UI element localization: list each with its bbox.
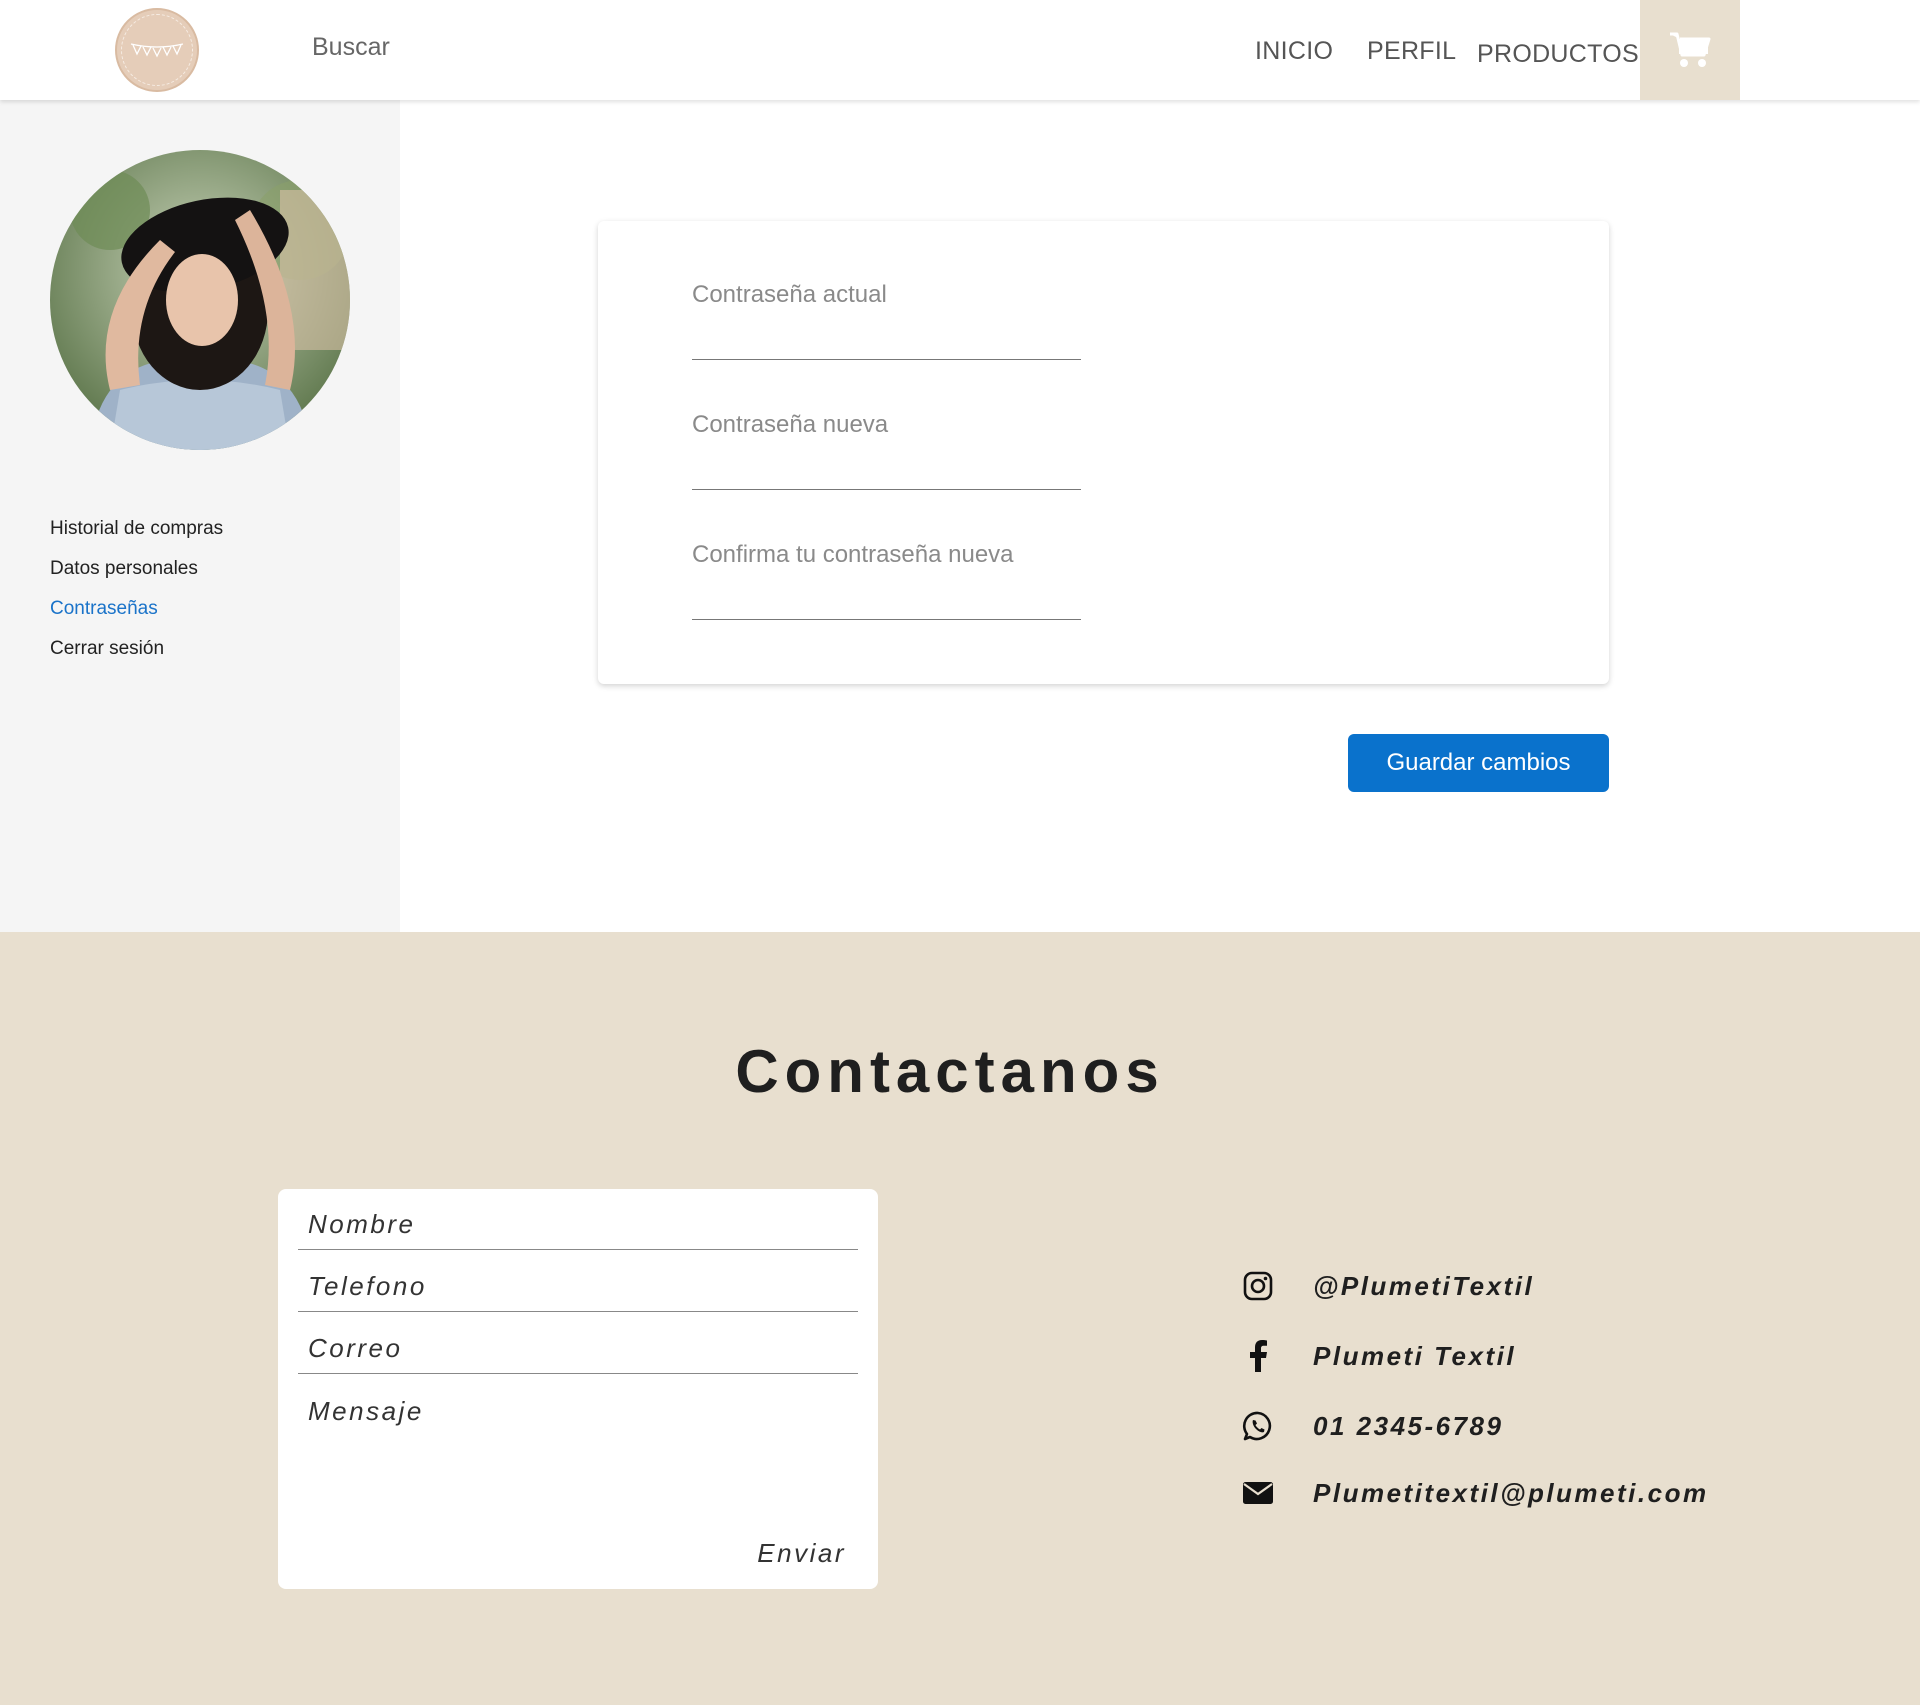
instagram-icon	[1240, 1268, 1276, 1304]
name-input[interactable]: Nombre	[298, 1209, 858, 1240]
mail-icon	[1240, 1475, 1276, 1511]
field-underline	[692, 619, 1081, 620]
contact-email[interactable]: Plumetitextil@plumeti.com	[1240, 1475, 1706, 1511]
field-underline	[692, 359, 1081, 360]
brand-logo[interactable]	[115, 8, 199, 92]
new-password-field[interactable]: Contraseña nueva	[692, 411, 1081, 490]
facebook-icon	[1240, 1338, 1276, 1374]
nav-productos[interactable]: PRODUCTOS	[1477, 40, 1639, 69]
contact-instagram[interactable]: @PlumetiTextil	[1240, 1268, 1532, 1304]
instagram-handle: @PlumetiTextil	[1313, 1270, 1535, 1301]
cart-button[interactable]	[1640, 0, 1740, 100]
top-navbar: Buscar INICIO PERFIL PRODUCTOS	[0, 0, 1920, 100]
avatar	[50, 150, 350, 450]
phone-number: 01 2345-6789	[1313, 1410, 1504, 1441]
current-password-label: Contraseña actual	[692, 281, 887, 308]
contact-form: Nombre Telefono Correo Mensaje Enviar	[278, 1189, 878, 1589]
field-underline	[692, 489, 1081, 490]
contact-whatsapp[interactable]: 01 2345-6789	[1240, 1408, 1501, 1444]
message-textarea[interactable]: Mensaje	[298, 1396, 858, 1427]
sidebar-menu: Historial de compras Datos personales Co…	[50, 509, 223, 669]
profile-sidebar: Historial de compras Datos personales Co…	[0, 100, 400, 932]
contact-facebook[interactable]: Plumeti Textil	[1240, 1338, 1514, 1374]
bunting-logo-icon	[121, 14, 193, 86]
save-button[interactable]: Guardar cambios	[1348, 734, 1609, 792]
email-address: Plumetitextil@plumeti.com	[1313, 1477, 1709, 1508]
password-card: Contraseña actual Contraseña nueva Confi…	[598, 221, 1609, 684]
email-input[interactable]: Correo	[298, 1333, 858, 1364]
whatsapp-icon	[1240, 1408, 1276, 1444]
field-underline	[298, 1373, 858, 1374]
cart-icon	[1670, 32, 1711, 67]
field-underline	[298, 1311, 858, 1312]
nav-inicio[interactable]: INICIO	[1255, 37, 1333, 66]
sidebar-item-datos[interactable]: Datos personales	[50, 549, 223, 589]
field-underline	[298, 1249, 858, 1250]
facebook-page: Plumeti Textil	[1313, 1340, 1517, 1371]
phone-input[interactable]: Telefono	[298, 1271, 858, 1302]
sidebar-item-historial[interactable]: Historial de compras	[50, 509, 223, 549]
contact-title: Contactanos	[735, 1038, 1165, 1105]
current-password-field[interactable]: Contraseña actual	[692, 281, 1081, 360]
confirm-password-label: Confirma tu contraseña nueva	[692, 541, 1014, 568]
sidebar-item-contrasenas[interactable]: Contraseñas	[50, 589, 223, 629]
sidebar-item-cerrar-sesion[interactable]: Cerrar sesión	[50, 629, 223, 669]
search-link[interactable]: Buscar	[312, 33, 390, 62]
new-password-label: Contraseña nueva	[692, 411, 889, 438]
confirm-password-field[interactable]: Confirma tu contraseña nueva	[692, 541, 1081, 620]
nav-perfil[interactable]: PERFIL	[1367, 37, 1456, 66]
send-button[interactable]: Enviar	[757, 1538, 846, 1569]
